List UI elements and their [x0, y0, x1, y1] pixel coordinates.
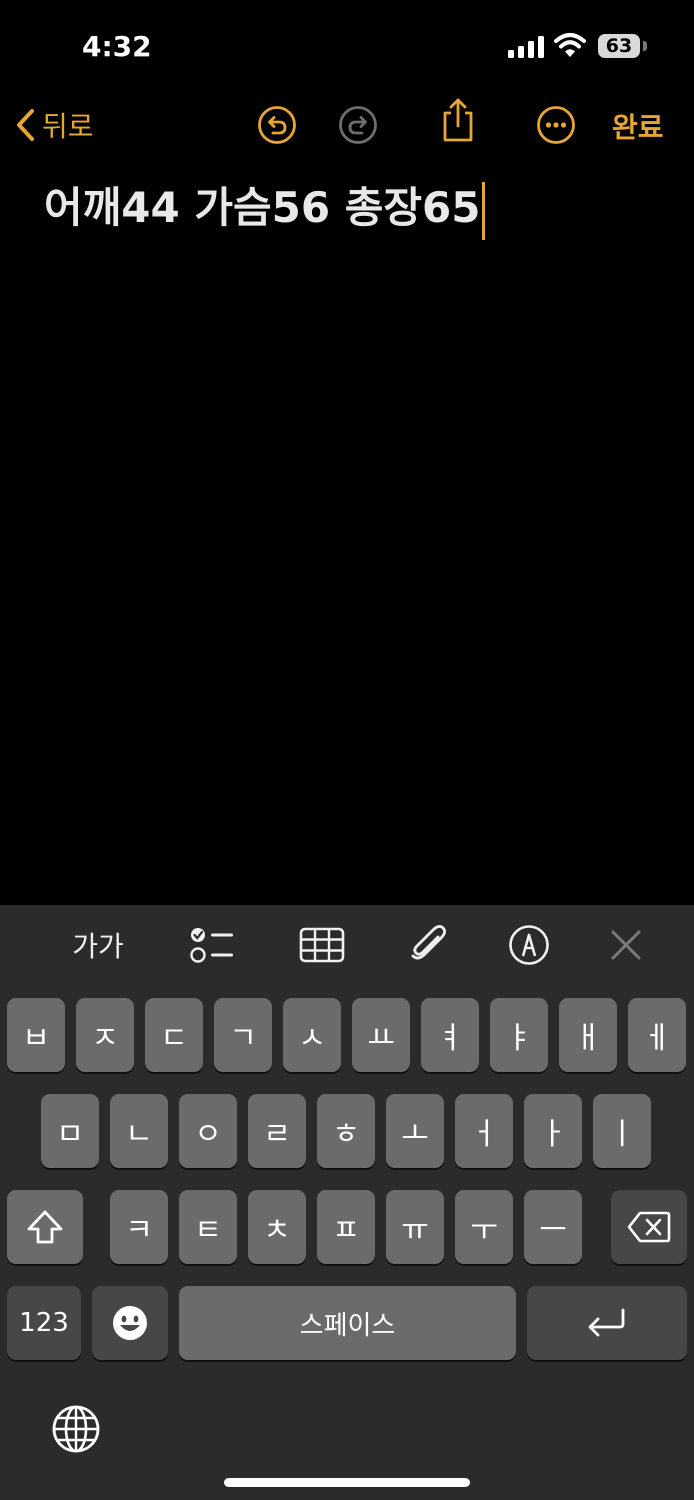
chevron-left-icon [17, 109, 34, 141]
cellular-signal-icon [508, 36, 544, 58]
redo-icon [339, 106, 377, 144]
key[interactable]: ㅣ [593, 1094, 651, 1168]
table-button[interactable] [298, 923, 346, 967]
text-cursor [482, 181, 486, 240]
key[interactable]: ㅑ [490, 998, 548, 1072]
more-icon [537, 106, 575, 144]
key[interactable]: ㅂ [7, 998, 65, 1072]
keyboard: ㅂ ㅈ ㄷ ㄱ ㅅ ㅛ ㅕ ㅑ ㅐ ㅔ ㅁ ㄴ ㅇ ㄹ ㅎ ㅗ ㅓ ㅏ ㅣ ㅋ … [0, 983, 694, 1500]
status-bar: 4:32 63 [0, 0, 694, 90]
key[interactable]: ㅋ [110, 1190, 168, 1264]
checklist-button[interactable] [188, 923, 236, 967]
back-label: 뒤로 [42, 110, 94, 143]
globe-icon [52, 1405, 100, 1453]
markup-pen-icon [509, 925, 549, 965]
emoji-key[interactable] [92, 1286, 168, 1360]
wifi-icon [554, 33, 586, 57]
home-indicator [224, 1478, 470, 1487]
table-icon [299, 927, 345, 963]
battery-level: 63 [605, 35, 633, 57]
key[interactable]: ㅓ [455, 1094, 513, 1168]
globe-key[interactable] [50, 1403, 102, 1455]
formatting-toolbar: 가가 [0, 905, 694, 983]
key[interactable]: ㅏ [524, 1094, 582, 1168]
text-format-label: 가가 [72, 930, 124, 963]
markup-button[interactable] [507, 923, 551, 967]
shift-icon [27, 1210, 63, 1244]
key[interactable]: ㅔ [628, 998, 686, 1072]
return-key[interactable] [527, 1286, 687, 1360]
note-editor[interactable]: 어깨44 가슴56 총장65 [44, 178, 664, 240]
backspace-icon [627, 1211, 671, 1243]
status-time: 4:32 [82, 30, 152, 63]
more-button[interactable] [536, 105, 576, 145]
paperclip-icon [411, 925, 446, 960]
emoji-icon [113, 1306, 147, 1340]
key[interactable]: ㅡ [524, 1190, 582, 1264]
note-text: 어깨44 가슴56 총장65 [44, 183, 481, 232]
key[interactable]: ㅕ [421, 998, 479, 1072]
key[interactable]: ㅗ [386, 1094, 444, 1168]
checklist-icon [190, 928, 233, 963]
back-button[interactable]: 뒤로 [14, 100, 94, 150]
shift-key[interactable] [7, 1190, 83, 1264]
key[interactable]: ㅎ [317, 1094, 375, 1168]
key[interactable]: ㅈ [76, 998, 134, 1072]
key[interactable]: ㅌ [179, 1190, 237, 1264]
key[interactable]: ㅁ [41, 1094, 99, 1168]
key[interactable]: ㅊ [248, 1190, 306, 1264]
key[interactable]: ㄹ [248, 1094, 306, 1168]
nav-bar: 뒤로 완료 [0, 98, 694, 150]
numbers-key[interactable]: 123 [7, 1286, 81, 1360]
key[interactable]: ㅠ [386, 1190, 444, 1264]
undo-icon [258, 106, 296, 144]
close-toolbar-button[interactable] [606, 923, 646, 967]
done-button[interactable]: 완료 [612, 106, 664, 146]
undo-button[interactable] [257, 105, 297, 145]
return-icon [588, 1308, 625, 1337]
key[interactable]: ㅅ [283, 998, 341, 1072]
battery-tip [643, 41, 647, 51]
key[interactable]: ㅐ [559, 998, 617, 1072]
close-icon [611, 930, 641, 960]
delete-key[interactable] [611, 1190, 687, 1264]
key[interactable]: ㅇ [179, 1094, 237, 1168]
key[interactable]: ㅍ [317, 1190, 375, 1264]
share-button[interactable] [438, 98, 478, 142]
key[interactable]: ㅜ [455, 1190, 513, 1264]
key[interactable]: ㄷ [145, 998, 203, 1072]
key[interactable]: ㄴ [110, 1094, 168, 1168]
text-format-button[interactable]: 가가 [62, 923, 134, 967]
space-key[interactable]: 스페이스 [179, 1286, 516, 1360]
redo-button[interactable] [338, 105, 378, 145]
share-icon [443, 98, 473, 142]
key[interactable]: ㅛ [352, 998, 410, 1072]
battery-icon: 63 [598, 34, 640, 58]
attachment-button[interactable] [406, 923, 450, 967]
key[interactable]: ㄱ [214, 998, 272, 1072]
